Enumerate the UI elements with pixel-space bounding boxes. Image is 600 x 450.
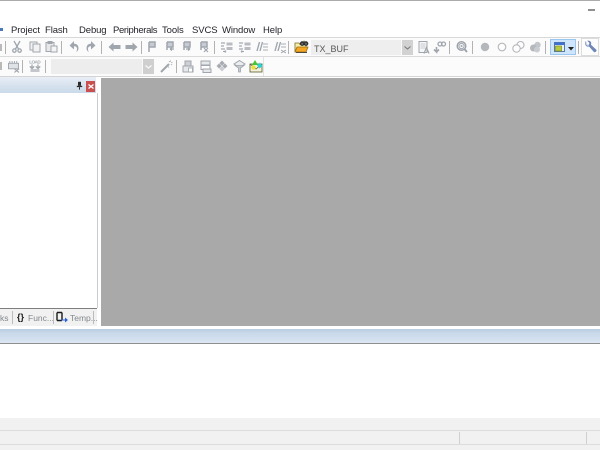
svg-text:LOAD: LOAD: [29, 60, 41, 65]
